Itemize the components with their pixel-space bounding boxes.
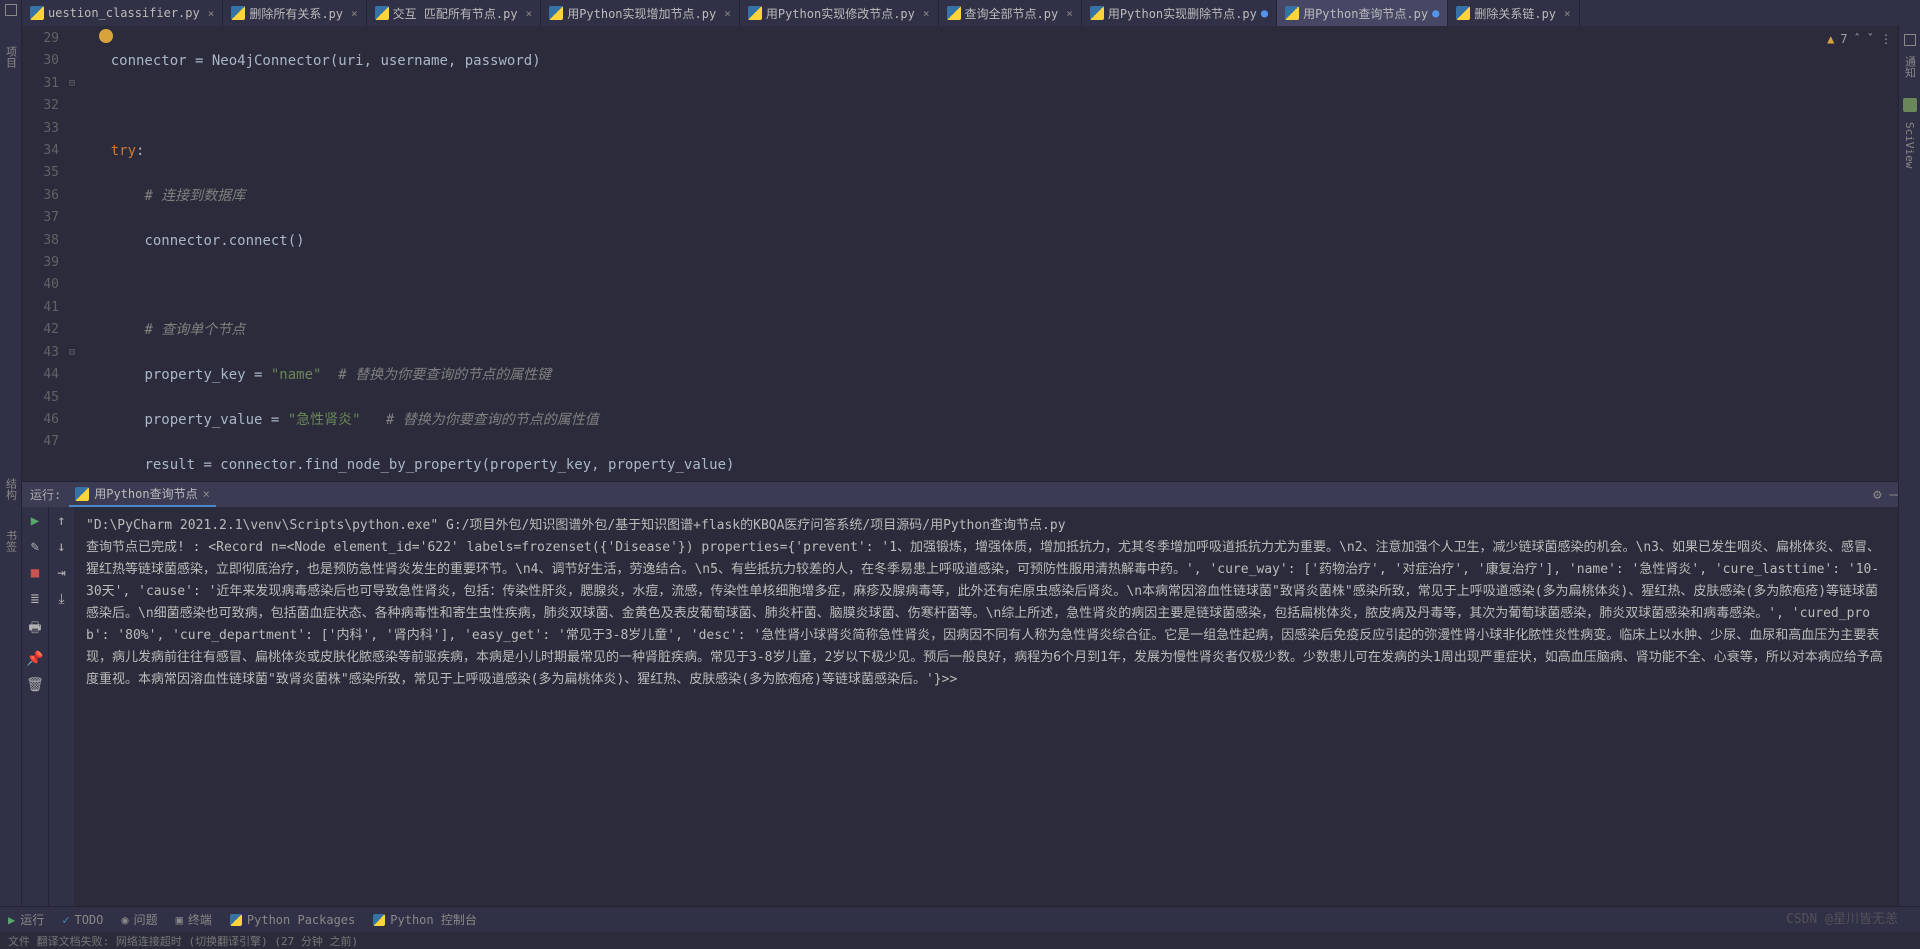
status-msg: 文件 翻译文档失败: 网络连接超时 (切换翻译引擎) (27 分钟 之前) xyxy=(8,933,358,949)
bottom-pycon[interactable]: Python 控制台 xyxy=(373,911,477,928)
python-icon xyxy=(75,487,89,501)
bottom-todo[interactable]: ✓TODO xyxy=(62,913,103,927)
circle-icon: ◉ xyxy=(121,913,128,927)
close-icon[interactable]: × xyxy=(724,7,731,20)
right-label-notify[interactable]: 通知 xyxy=(1902,56,1918,78)
python-icon xyxy=(30,6,44,20)
console-output[interactable]: "D:\PyCharm 2021.2.1\venv\Scripts\python… xyxy=(74,507,1898,923)
rerun-icon[interactable]: ▶ xyxy=(31,513,39,529)
tab-label: 用Python实现修改节点.py xyxy=(766,5,915,22)
trash-icon[interactable]: 🗑 xyxy=(26,677,44,693)
more-icon[interactable]: ⋮ xyxy=(1880,32,1892,46)
database-icon[interactable] xyxy=(1903,98,1917,112)
bottom-terminal[interactable]: ▣终端 xyxy=(176,911,212,928)
check-icon: ✓ xyxy=(62,913,69,927)
notification-icon[interactable] xyxy=(1904,34,1916,46)
pin-icon[interactable]: 📌 xyxy=(26,651,43,667)
modified-icon: ● xyxy=(1432,6,1439,20)
run-tab-label: 用Python查询节点 xyxy=(94,485,197,502)
stop-icon[interactable]: ■ xyxy=(31,565,39,581)
run-panel: ▶ ✎ ■ ≣ 🖶 📌 🗑 ↑ ↓ ⇥ ⤓ "D:\PyCharm 2021.2… xyxy=(22,507,1898,923)
python-icon xyxy=(947,6,961,20)
close-icon[interactable]: × xyxy=(923,7,930,20)
run-tab[interactable]: 用Python查询节点 × xyxy=(69,482,216,507)
wrap-icon[interactable]: ⇥ xyxy=(57,565,65,581)
intention-bulb-icon[interactable] xyxy=(99,29,113,43)
gear-icon[interactable]: ⚙ xyxy=(1873,487,1881,503)
python-icon xyxy=(1456,6,1470,20)
project-icon[interactable] xyxy=(5,4,17,16)
edit-icon[interactable]: ✎ xyxy=(31,539,39,555)
left-label-structure[interactable]: 结构 xyxy=(3,478,19,500)
python-icon xyxy=(375,6,389,20)
tab-4[interactable]: 用Python实现修改节点.py × xyxy=(740,0,939,26)
nav-down-icon[interactable]: ˇ xyxy=(1867,32,1874,46)
tab-6[interactable]: 用Python实现删除节点.py ● xyxy=(1082,0,1277,26)
code-area[interactable]: connector = Neo4jConnector(uri, username… xyxy=(77,26,1898,481)
down-icon[interactable]: ↓ xyxy=(57,539,65,555)
left-label-bookmarks[interactable]: 书签 xyxy=(3,530,19,552)
editor-tabs: uestion_classifier.py × 删除所有关系.py × 交互 匹配所… xyxy=(0,0,1920,26)
tab-3[interactable]: 用Python实现增加节点.py × xyxy=(541,0,740,26)
tab-label: 用Python查询节点.py xyxy=(1303,5,1428,22)
python-icon xyxy=(1090,6,1104,20)
right-toolwindow-bar[interactable]: 通知 SciView xyxy=(1898,26,1920,949)
console-body: 查询节点已完成! : <Record n=<Node element_id='6… xyxy=(86,537,1886,691)
up-icon[interactable]: ↑ xyxy=(57,513,65,529)
print-icon[interactable]: 🖶 xyxy=(28,617,41,641)
run-tool-col-2: ↑ ↓ ⇥ ⤓ xyxy=(48,507,74,923)
python-icon xyxy=(549,6,563,20)
console-cmd: "D:\PyCharm 2021.2.1\venv\Scripts\python… xyxy=(86,515,1886,537)
close-icon[interactable]: × xyxy=(526,7,533,20)
left-label-project[interactable]: 项目 xyxy=(3,46,19,68)
scroll-icon[interactable]: ⤓ xyxy=(58,591,64,607)
watermark: CSDN @星川皆无恙 xyxy=(1786,908,1898,927)
tab-label: 删除关系链.py xyxy=(1474,5,1556,22)
status-bar: 文件 翻译文档失败: 网络连接超时 (切换翻译引擎) (27 分钟 之前) xyxy=(0,932,1920,949)
tab-label: 删除所有关系.py xyxy=(249,5,343,22)
tab-0[interactable]: uestion_classifier.py × xyxy=(22,0,223,26)
bottom-problems[interactable]: ◉问题 xyxy=(121,911,157,928)
warning-count: 7 xyxy=(1840,32,1847,46)
close-icon[interactable]: × xyxy=(203,487,210,501)
tab-label: 用Python实现删除节点.py xyxy=(1108,5,1257,22)
tab-2[interactable]: 交互 匹配所有节点.py × xyxy=(367,0,542,26)
tab-label: 用Python实现增加节点.py xyxy=(567,5,716,22)
tab-label: 查询全部节点.py xyxy=(965,5,1059,22)
bottom-toolbar: ▶运行 ✓TODO ◉问题 ▣终端 Python Packages Python… xyxy=(0,906,1920,932)
python-icon xyxy=(1285,6,1299,20)
line-gutter: 293031⊟323334353637383940414243⊟44454647 xyxy=(22,26,77,481)
python-icon xyxy=(748,6,762,20)
code-editor[interactable]: ▲ 7 ˆ ˇ ⋮ 293031⊟32333435363738394041424… xyxy=(22,26,1898,481)
warning-icon: ▲ xyxy=(1827,32,1834,46)
nav-up-icon[interactable]: ˆ xyxy=(1854,32,1861,46)
run-panel-header: 运行: 用Python查询节点 × ⚙ — xyxy=(22,481,1898,507)
bottom-run[interactable]: ▶运行 xyxy=(8,911,44,928)
run-label: 运行: xyxy=(30,486,61,503)
tab-7[interactable]: 用Python查询节点.py ● xyxy=(1277,0,1448,26)
tab-label: 交互 匹配所有节点.py xyxy=(393,5,518,22)
play-icon: ▶ xyxy=(8,913,15,927)
close-icon[interactable]: × xyxy=(208,7,215,20)
bottom-pypkg[interactable]: Python Packages xyxy=(230,913,355,927)
python-icon xyxy=(231,6,245,20)
close-icon[interactable]: × xyxy=(1066,7,1073,20)
left-toolwindow-bar[interactable]: 项目 结构 书签 xyxy=(0,0,22,949)
right-label-sciview[interactable]: SciView xyxy=(1903,122,1916,168)
tab-5[interactable]: 查询全部节点.py × xyxy=(939,0,1082,26)
tab-1[interactable]: 删除所有关系.py × xyxy=(223,0,366,26)
close-icon[interactable]: × xyxy=(351,7,358,20)
tab-label: uestion_classifier.py xyxy=(48,6,200,20)
minimize-icon[interactable]: — xyxy=(1890,487,1898,503)
close-icon[interactable]: × xyxy=(1564,7,1571,20)
run-tool-col-1: ▶ ✎ ■ ≣ 🖶 📌 🗑 xyxy=(22,507,48,923)
modified-icon: ● xyxy=(1261,6,1268,20)
python-icon xyxy=(230,914,242,926)
inspection-bar[interactable]: ▲ 7 ˆ ˇ ⋮ xyxy=(1827,32,1892,46)
layout-icon[interactable]: ≣ xyxy=(31,591,39,607)
tab-8[interactable]: 删除关系链.py × xyxy=(1448,0,1579,26)
terminal-icon: ▣ xyxy=(176,913,183,927)
python-icon xyxy=(373,914,385,926)
